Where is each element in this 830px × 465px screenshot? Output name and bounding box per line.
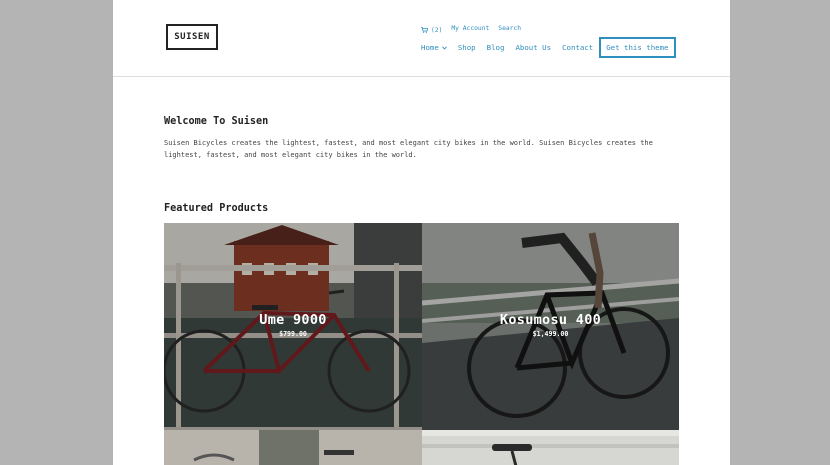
cart-icon [421,27,428,33]
product-card-kosumosu-400[interactable]: Kosumosu 400 $1,499.00 [422,223,679,430]
page: SUISEN (2) My Account Search Home Shop B… [113,0,730,465]
product-info: Ume 9000 $799.00 [164,312,422,338]
get-theme-button[interactable]: Get this theme [599,37,676,58]
cart-count: (2) [431,26,443,34]
nav-contact[interactable]: Contact [562,43,593,52]
product-name[interactable]: Kosumosu 400 [422,312,679,328]
product-image-partial-left [164,430,422,465]
product-name[interactable]: Ume 9000 [164,312,422,328]
cart-link[interactable]: (2) [421,25,442,35]
top-bar: (2) My Account Search [421,25,521,35]
search-link[interactable]: Search [498,25,521,35]
product-info: Kosumosu 400 $1,499.00 [422,312,679,338]
my-account-link[interactable]: My Account [451,25,489,35]
product-card-partial-left[interactable] [164,430,422,465]
product-card-ume-9000[interactable]: Ume 9000 $799.00 [164,223,422,430]
product-card-partial-right[interactable] [422,430,679,465]
product-price: $799.00 [279,330,307,338]
welcome-text: Suisen Bicycles creates the lightest, fa… [164,139,653,159]
product-image-partial-right [422,430,679,465]
nav-about-us[interactable]: About Us [515,43,551,52]
site-header: SUISEN (2) My Account Search Home Shop B… [113,0,730,77]
product-price: $1,499.00 [532,330,569,338]
product-grid: Ume 9000 $799.00 Kosumosu 400 $1,499.00 [164,223,679,465]
nav-home[interactable]: Home [421,43,447,52]
nav-shop[interactable]: Shop [458,43,476,52]
nav-blog[interactable]: Blog [487,43,505,52]
nav-home-label: Home [421,43,439,52]
chevron-down-icon [441,45,447,50]
featured-heading: Featured Products [164,203,269,214]
welcome-heading: Welcome To Suisen [164,116,269,127]
main-nav: Home Shop Blog About Us Contact Get this… [421,37,676,58]
site-logo[interactable]: SUISEN [166,24,218,50]
